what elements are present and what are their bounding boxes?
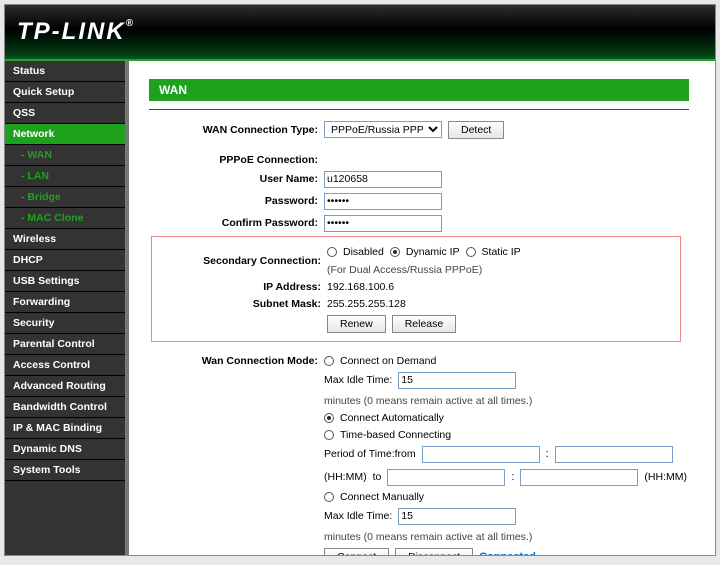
- radio-static-label: Static IP: [482, 246, 521, 258]
- manual-label: Connect Manually: [340, 491, 424, 503]
- header: TP-LINK®: [5, 5, 715, 61]
- page-title: WAN: [149, 79, 689, 101]
- sidebar: Status Quick Setup QSS Network - WAN - L…: [5, 61, 129, 555]
- nav-qss[interactable]: QSS: [5, 103, 125, 124]
- disconnect-button[interactable]: Disconnect: [395, 548, 473, 556]
- connection-status: Connected: [479, 551, 536, 556]
- max-idle-label-2: Max Idle Time:: [324, 510, 392, 522]
- radio-disabled[interactable]: [327, 247, 337, 257]
- router-admin-window: TP-LINK® Status Quick Setup QSS Network …: [4, 4, 716, 556]
- ip-address-value: 192.168.100.6: [327, 281, 394, 293]
- username-input[interactable]: [324, 171, 442, 188]
- main: Status Quick Setup QSS Network - WAN - L…: [5, 61, 715, 555]
- max-idle-input-1[interactable]: [398, 372, 516, 389]
- subnet-mask-label: Subnet Mask:: [152, 298, 327, 310]
- nav-ip-mac-binding[interactable]: IP & MAC Binding: [5, 418, 125, 439]
- nav-wan[interactable]: - WAN: [5, 145, 125, 166]
- nav-advanced-routing[interactable]: Advanced Routing: [5, 376, 125, 397]
- max-idle-input-2[interactable]: [398, 508, 516, 525]
- nav-parental-control[interactable]: Parental Control: [5, 334, 125, 355]
- nav-wireless[interactable]: Wireless: [5, 229, 125, 250]
- max-idle-label-1: Max Idle Time:: [324, 374, 392, 386]
- nav-security[interactable]: Security: [5, 313, 125, 334]
- radio-auto[interactable]: [324, 413, 334, 423]
- confirm-password-label: Confirm Password:: [149, 217, 324, 229]
- sidebar-fill: [5, 481, 125, 555]
- period-hhmm-1: (HH:MM): [324, 471, 367, 483]
- nav-quick-setup[interactable]: Quick Setup: [5, 82, 125, 103]
- password-input[interactable]: [324, 193, 442, 210]
- period-to-hh[interactable]: [387, 469, 505, 486]
- username-label: User Name:: [149, 173, 324, 185]
- period-to: to: [373, 471, 382, 483]
- radio-dynamic-ip[interactable]: [390, 247, 400, 257]
- subnet-mask-value: 255.255.255.128: [327, 298, 406, 310]
- connect-button[interactable]: Connect: [324, 548, 389, 556]
- minutes-hint-1: minutes (0 means remain active at all ti…: [324, 395, 532, 407]
- radio-on-demand[interactable]: [324, 356, 334, 366]
- radio-dynamic-label: Dynamic IP: [406, 246, 460, 258]
- renew-button[interactable]: Renew: [327, 315, 386, 333]
- divider: [149, 109, 689, 110]
- nav-status[interactable]: Status: [5, 61, 125, 82]
- wan-conn-type-select[interactable]: PPPoE/Russia PPPoE: [324, 121, 442, 138]
- auto-label: Connect Automatically: [340, 412, 444, 424]
- time-based-label: Time-based Connecting: [340, 429, 451, 441]
- secondary-conn-label: Secondary Connection:: [152, 255, 327, 267]
- nav-mac-clone[interactable]: - MAC Clone: [5, 208, 125, 229]
- period-to-mm[interactable]: [520, 469, 638, 486]
- radio-static-ip[interactable]: [466, 247, 476, 257]
- secondary-connection-box: Secondary Connection: Disabled Dynamic I…: [151, 236, 681, 342]
- nav-access-control[interactable]: Access Control: [5, 355, 125, 376]
- period-from-hh[interactable]: [422, 446, 540, 463]
- secondary-hint: (For Dual Access/Russia PPPoE): [327, 264, 482, 276]
- nav-system-tools[interactable]: System Tools: [5, 460, 125, 481]
- period-hhmm-2: (HH:MM): [644, 471, 687, 483]
- radio-time-based[interactable]: [324, 430, 334, 440]
- period-label: Period of Time:from: [324, 448, 416, 460]
- wan-mode-label: Wan Connection Mode:: [149, 355, 324, 367]
- detect-button[interactable]: Detect: [448, 121, 504, 139]
- nav-lan[interactable]: - LAN: [5, 166, 125, 187]
- minutes-hint-2: minutes (0 means remain active at all ti…: [324, 531, 532, 543]
- brand-logo: TP-LINK®: [17, 18, 135, 46]
- nav-bridge[interactable]: - Bridge: [5, 187, 125, 208]
- nav-dynamic-dns[interactable]: Dynamic DNS: [5, 439, 125, 460]
- nav-bandwidth-control[interactable]: Bandwidth Control: [5, 397, 125, 418]
- content: WAN WAN Connection Type: PPPoE/Russia PP…: [129, 61, 715, 555]
- password-label: Password:: [149, 195, 324, 207]
- pppoe-heading: PPPoE Connection:: [149, 154, 324, 166]
- period-from-mm[interactable]: [555, 446, 673, 463]
- confirm-password-input[interactable]: [324, 215, 442, 232]
- nav-network[interactable]: Network: [5, 124, 125, 145]
- on-demand-label: Connect on Demand: [340, 355, 436, 367]
- nav-forwarding[interactable]: Forwarding: [5, 292, 125, 313]
- nav-dhcp[interactable]: DHCP: [5, 250, 125, 271]
- ip-address-label: IP Address:: [152, 281, 327, 293]
- nav-usb-settings[interactable]: USB Settings: [5, 271, 125, 292]
- radio-disabled-label: Disabled: [343, 246, 384, 258]
- wan-conn-type-label: WAN Connection Type:: [149, 124, 324, 136]
- radio-manual[interactable]: [324, 492, 334, 502]
- release-button[interactable]: Release: [392, 315, 457, 333]
